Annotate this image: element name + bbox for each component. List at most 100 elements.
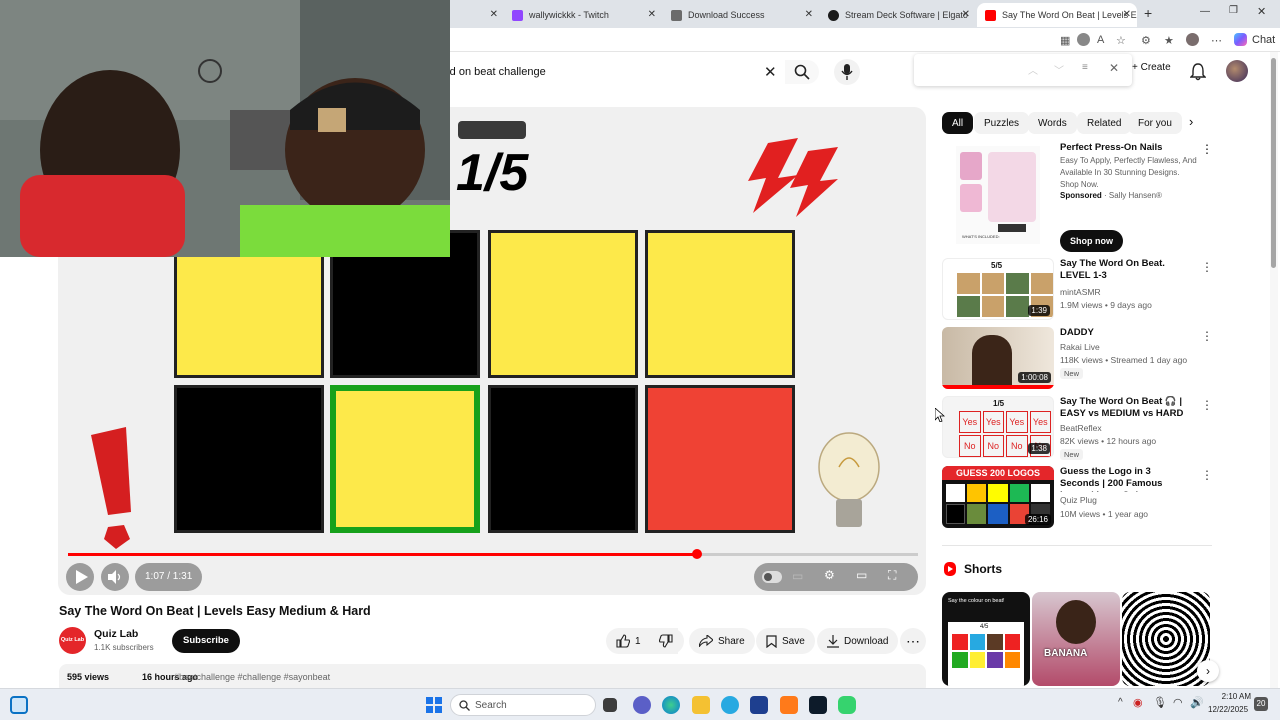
app-grid-icon[interactable]: ▦ [1060,34,1070,47]
color-cell [174,385,324,533]
shop-now-button[interactable]: Shop now [1060,230,1123,252]
account-avatar[interactable] [1226,60,1248,82]
create-button[interactable]: + Create [1132,62,1171,73]
edge-browser-icon[interactable] [662,696,680,714]
short-thumbnail[interactable]: BANANA [1032,592,1120,686]
recommendation-item[interactable]: GUESS 200 LOGOS 26:16 Guess the Logo in … [942,466,1213,528]
recommendation-item[interactable]: 1:00:08 DADDY Rakai Live 118K views • St… [942,327,1213,389]
search-icon [459,700,470,711]
short-thumbnail[interactable]: Say the colour on beat! 4/5 [942,592,1030,686]
profile-avatar[interactable] [1186,33,1199,46]
browser-tab-twitch[interactable]: wallywickkk - Twitch ✕ [504,3,662,27]
close-tab-icon[interactable]: ✕ [805,9,813,20]
favorites-icon[interactable]: ★ [1164,34,1174,47]
subtitles-icon[interactable]: ▭ [792,569,803,583]
channel-name[interactable]: Quiz Lab [94,628,138,640]
find-prev-icon[interactable]: ︿ [1028,62,1038,77]
dislike-button[interactable] [650,628,684,654]
progress-scrubber[interactable] [692,549,702,559]
save-button[interactable]: Save [756,628,815,654]
volume-button[interactable] [101,563,129,591]
chip-puzzles[interactable]: Puzzles [974,112,1030,134]
clear-search-icon[interactable]: ✕ [764,63,777,81]
widgets-icon[interactable] [10,696,28,714]
chip-all[interactable]: All [942,112,974,134]
stream-deck-icon[interactable] [809,696,827,714]
recommendation-menu-icon[interactable]: ⋮ [1201,329,1213,343]
store-icon[interactable] [750,696,768,714]
taskbar-search[interactable]: Search [450,694,596,716]
notifications-bell-icon[interactable] [1190,63,1206,81]
clock-date[interactable]: 12/22/2025 [1208,705,1248,714]
recommendation-menu-icon[interactable]: ⋮ [1201,398,1213,412]
recommendation-menu-icon[interactable]: ⋮ [1201,468,1213,482]
fullscreen-icon[interactable]: ⛶ [888,568,896,583]
page-scrollbar[interactable] [1270,52,1278,688]
copilot-icon[interactable] [1234,33,1247,46]
chat-app-icon[interactable] [633,696,651,714]
ad-thumbnail-caption: WHAT'S INCLUDED: [962,234,1000,239]
chip-related[interactable]: Related [1077,112,1132,134]
shorts-next-icon[interactable]: › [1197,660,1219,682]
theater-mode-icon[interactable]: ▭ [856,568,867,582]
wifi-icon[interactable]: ◠ [1173,696,1183,709]
subscribe-button[interactable]: Subscribe [172,629,240,653]
voice-search-button[interactable] [834,59,860,85]
notification-badge[interactable]: 20 [1254,697,1268,711]
hashtags[interactable]: #beatchallenge #challenge #sayonbeat [174,672,330,682]
sponsored-ad[interactable]: WHAT'S INCLUDED: Perfect Press-On Nails … [942,140,1213,252]
browser-tab-youtube[interactable]: Say The Word On Beat | Levels Eas ✕ [977,3,1137,27]
browser-tab-partial[interactable]: ✕ [448,3,504,27]
microphone-icon[interactable]: 🎙 [1153,696,1167,709]
clock-time[interactable]: 2:10 AM [1211,692,1251,701]
tray-app-icon[interactable]: ◉ [1133,696,1143,709]
recommendation-thumbnail: 1/5 YesYesYesYes NoNoNoNo 1:38 [942,396,1054,458]
close-tab-icon[interactable]: ✕ [962,9,970,20]
extensions-icon[interactable]: ⚙ [1141,34,1151,47]
scrollbar-thumb[interactable] [1271,58,1276,268]
task-view-icon[interactable] [603,698,617,712]
recommendation-item[interactable]: 1/5 YesYesYesYes NoNoNoNo 1:38 Say The W… [942,396,1213,460]
download-button[interactable]: Download [817,628,899,654]
chip-words[interactable]: Words [1028,112,1077,134]
chips-next-icon[interactable]: › [1189,114,1193,129]
find-options-icon[interactable]: ≡ [1082,62,1088,73]
tray-overflow-icon[interactable]: ^ [1118,697,1123,708]
search-input[interactable]: rd on beat challenge [446,66,546,78]
find-next-icon[interactable]: ﹀ [1054,62,1064,77]
app-icon[interactable] [838,696,856,714]
find-close-icon[interactable]: ✕ [1109,61,1119,75]
more-icon[interactable]: ⋯ [1211,34,1222,47]
file-explorer-icon[interactable] [692,696,710,714]
progress-track[interactable] [68,549,918,559]
favorite-star-icon[interactable]: ☆ [1116,34,1126,47]
recommendation-item[interactable]: 5/5 1:39 Say The Word On Beat. LEVEL 1-3… [942,258,1213,320]
autoplay-toggle[interactable] [762,571,782,583]
ad-menu-icon[interactable]: ⋮ [1201,142,1213,156]
channel-avatar[interactable]: Quiz Lab [59,627,86,654]
close-tab-icon[interactable]: ✕ [648,9,656,20]
more-actions-icon[interactable]: ⋯ [900,628,926,654]
read-aloud-icon[interactable]: A [1097,34,1104,46]
browser-tab-download[interactable]: Download Success ✕ [663,3,819,27]
maximize-icon[interactable]: ❐ [1229,5,1238,16]
search-button[interactable] [785,60,819,84]
close-tab-icon[interactable]: ✕ [1123,9,1131,20]
recommendation-menu-icon[interactable]: ⋮ [1201,260,1213,274]
close-tab-icon[interactable]: ✕ [490,9,498,20]
chip-for-you[interactable]: For you [1128,112,1182,134]
edge-dev-icon[interactable] [721,696,739,714]
settings-gear-icon[interactable]: ⚙ [824,568,835,582]
chat-label[interactable]: Chat [1252,34,1275,46]
app-icon[interactable] [780,696,798,714]
close-window-icon[interactable]: ✕ [1257,5,1266,18]
share-button[interactable]: Share [689,628,755,654]
windows-start-icon[interactable] [426,697,442,713]
browser-tab-elgato[interactable]: Stream Deck Software | Elgato ✕ [820,3,976,27]
minimize-icon[interactable]: — [1200,6,1210,17]
volume-icon[interactable]: 🔊 [1190,696,1204,709]
recommendation-meta: 10M views • 1 year ago [1060,509,1149,519]
new-tab-button[interactable]: + [1144,5,1152,21]
extension-icon[interactable] [1077,33,1090,46]
play-button[interactable] [66,563,94,591]
